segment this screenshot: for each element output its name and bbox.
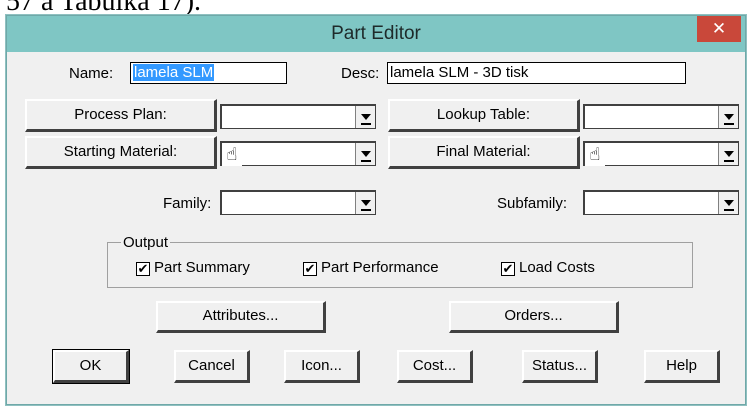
family-combo[interactable] [220, 190, 376, 215]
process-plan-button[interactable]: Process Plan: [25, 99, 217, 132]
chevron-down-icon[interactable] [718, 192, 738, 214]
chevron-down-icon[interactable] [718, 143, 738, 165]
close-icon: ✕ [711, 19, 727, 38]
dialog-body: Name: lamela SLM Desc: lamela SLM - 3D t… [17, 53, 739, 398]
hand-pointer-icon: ☝ [222, 143, 242, 166]
icon-button[interactable]: Icon... [284, 350, 360, 383]
desc-value: lamela SLM - 3D tisk [390, 64, 529, 81]
desc-field[interactable]: lamela SLM - 3D tisk [387, 62, 686, 84]
checkbox-checked-icon[interactable]: ✔ [303, 262, 317, 276]
cost-button[interactable]: Cost... [397, 350, 473, 383]
checkbox-checked-icon[interactable]: ✔ [136, 262, 150, 276]
cancel-button[interactable]: Cancel [174, 350, 250, 383]
lookup-table-button[interactable]: Lookup Table: [388, 99, 580, 132]
name-field[interactable]: lamela SLM [130, 62, 287, 84]
process-plan-combo[interactable] [220, 104, 376, 129]
load-costs-label: Load Costs [519, 259, 595, 276]
attributes-button[interactable]: Attributes... [156, 301, 326, 333]
final-material-button[interactable]: Final Material: [388, 136, 580, 169]
status-button[interactable]: Status... [522, 350, 598, 383]
chevron-down-icon[interactable] [355, 192, 375, 214]
hand-pointer-icon: ☝ [585, 143, 605, 166]
chevron-down-icon[interactable] [355, 106, 375, 128]
orders-button[interactable]: Orders... [449, 301, 619, 333]
part-summary-label: Part Summary [154, 259, 250, 276]
final-material-combo[interactable]: ☝ [583, 141, 739, 166]
subfamily-label: Subfamily: [497, 195, 568, 212]
name-value: lamela SLM [133, 64, 215, 81]
help-button[interactable]: Help [644, 350, 720, 383]
checkbox-checked-icon[interactable]: ✔ [501, 262, 515, 276]
starting-material-combo[interactable]: ☝ [220, 141, 376, 166]
dialog-title: Part Editor [331, 23, 421, 44]
starting-material-button[interactable]: Starting Material: [25, 136, 217, 169]
part-performance-label: Part Performance [321, 259, 439, 276]
chevron-down-icon[interactable] [355, 143, 375, 165]
desc-label: Desc: [341, 65, 380, 82]
title-bar[interactable]: Part Editor ✕ [7, 16, 745, 52]
output-group-label: Output [121, 234, 171, 251]
close-button[interactable]: ✕ [697, 16, 741, 42]
ok-button[interactable]: OK [52, 349, 130, 384]
subfamily-combo[interactable] [583, 190, 739, 215]
lookup-table-combo[interactable] [583, 104, 739, 129]
part-editor-dialog: Part Editor ✕ Name: lamela SLM Desc: lam… [6, 15, 746, 405]
chevron-down-icon[interactable] [718, 106, 738, 128]
family-label: Family: [163, 195, 212, 212]
name-label: Name: [69, 65, 114, 82]
